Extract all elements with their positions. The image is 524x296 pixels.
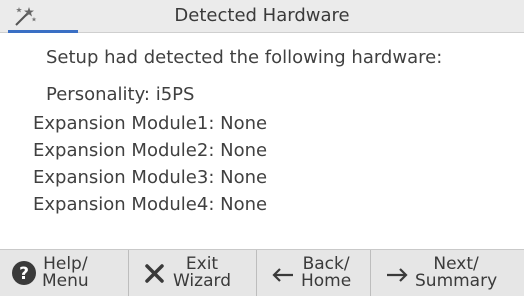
- arrow-right-icon: [387, 268, 408, 282]
- content-area: Setup had detected the following hardwar…: [0, 33, 524, 245]
- footer-button-bar: ? Help/ Menu Exit Wizard Back/ Home Next…: [0, 249, 524, 296]
- title-bar: Detected Hardware: [0, 0, 524, 33]
- back-home-button[interactable]: Back/ Home: [256, 250, 370, 296]
- personality-label: Personality: i5PS: [46, 84, 195, 105]
- exit-wizard-button[interactable]: Exit Wizard: [128, 250, 256, 296]
- window-title: Detected Hardware: [174, 5, 350, 26]
- intro-text: Setup had detected the following hardwar…: [46, 47, 443, 68]
- question-circle-icon: ?: [12, 261, 36, 285]
- back-label-line2: Home: [301, 271, 352, 291]
- expansion-module-3: Expansion Module3: None: [33, 167, 268, 188]
- svg-text:?: ?: [19, 264, 29, 284]
- arrow-left-icon: [272, 268, 293, 282]
- help-label-line2: Menu: [42, 271, 89, 291]
- next-label-line2: Summary: [415, 271, 498, 291]
- next-summary-button[interactable]: Next/ Summary: [370, 250, 524, 296]
- help-menu-button[interactable]: ? Help/ Menu: [0, 250, 128, 296]
- close-x-icon: [145, 264, 164, 283]
- exit-label-line2: Wizard: [173, 271, 231, 291]
- expansion-module-2: Expansion Module2: None: [33, 140, 268, 161]
- expansion-module-1: Expansion Module1: None: [33, 113, 268, 134]
- expansion-module-4: Expansion Module4: None: [33, 194, 268, 215]
